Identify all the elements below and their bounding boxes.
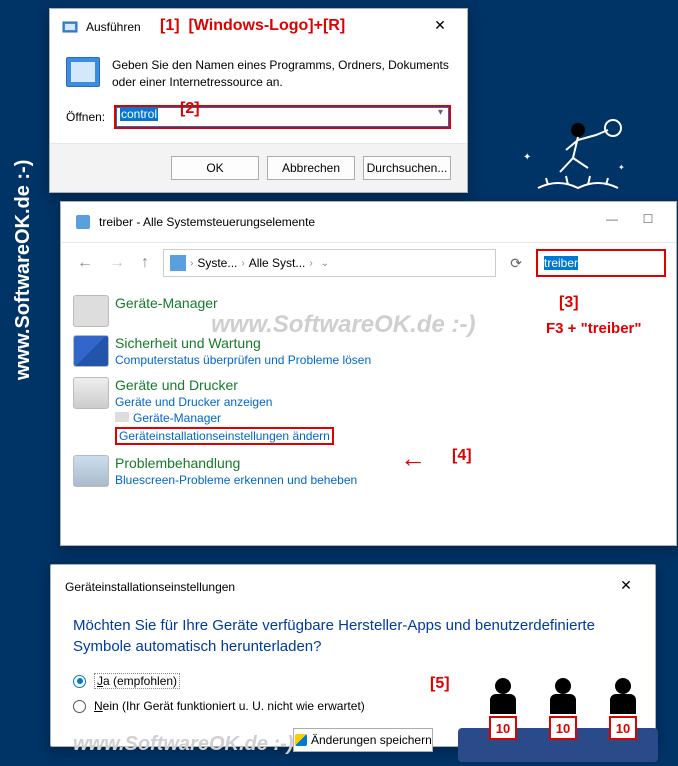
arrow-indicator: ←: [400, 443, 426, 474]
item-sub[interactable]: Bluescreen-Probleme erkennen und beheben: [115, 473, 357, 487]
forward-icon[interactable]: →: [109, 254, 125, 272]
annotation-3: [3]: [559, 294, 579, 312]
addr-seg[interactable]: Syste...: [197, 256, 237, 270]
cpl-title: treiber - Alle Systemsteuerungselemente: [99, 215, 315, 229]
browse-button[interactable]: Durchsuchen...: [363, 156, 451, 180]
close-icon[interactable]: ✕: [425, 17, 455, 37]
settings-title: Geräteinstallationseinstellungen: [65, 580, 235, 594]
minimize-icon[interactable]: —: [594, 212, 630, 232]
run-title: Ausführen: [86, 20, 141, 34]
security-flag-icon: [73, 335, 109, 367]
shield-icon: [295, 734, 307, 746]
vertical-watermark: www.SoftwareOK.de :-): [12, 160, 35, 380]
run-title-icon: [62, 19, 78, 35]
radio-yes[interactable]: [73, 675, 86, 688]
doodle-running-figure: ✦✦: [518, 110, 638, 210]
device-manager-icon: [73, 295, 109, 327]
chevron-down-icon[interactable]: ▾: [438, 107, 443, 118]
search-input[interactable]: treiber: [536, 249, 666, 277]
item-head[interactable]: Geräte und Drucker: [115, 377, 334, 393]
radio-no[interactable]: [73, 700, 86, 713]
chevron-down-icon[interactable]: ⌄: [321, 258, 329, 269]
troubleshoot-icon: [73, 455, 109, 487]
open-label: Öffnen:: [66, 110, 114, 124]
addr-seg[interactable]: Alle Syst...: [249, 256, 306, 270]
refresh-icon[interactable]: ⟳: [504, 255, 528, 272]
svg-text:✦: ✦: [523, 152, 531, 163]
item-head[interactable]: Problembehandlung: [115, 455, 357, 471]
ok-button[interactable]: OK: [171, 156, 259, 180]
open-input[interactable]: control: [114, 105, 451, 129]
address-bar[interactable]: › Syste... › Alle Syst... › ⌄: [163, 249, 496, 277]
item-sub[interactable]: Geräte-Manager: [115, 411, 334, 425]
annotation-1: [1] [Windows-Logo]+[R]: [160, 17, 345, 35]
doodle-judges: 10 10 10: [448, 672, 678, 762]
back-icon[interactable]: ←: [77, 254, 93, 272]
watermark: www.SoftwareOK.de :-): [73, 733, 293, 756]
annotation-4: [4]: [452, 447, 472, 465]
radio-no-label[interactable]: Nein (Ihr Gerät funktioniert u. U. nicht…: [94, 699, 365, 713]
settings-question: Möchten Sie für Ihre Geräte verfügbare H…: [73, 615, 633, 657]
maximize-icon[interactable]: ☐: [630, 212, 666, 232]
run-description: Geben Sie den Namen eines Programms, Ord…: [112, 57, 451, 91]
annotation-5: [5]: [430, 675, 450, 693]
printer-icon: [73, 377, 109, 409]
run-program-icon: [66, 57, 100, 87]
addr-icon: [170, 255, 186, 271]
item-sub[interactable]: Computerstatus überprüfen und Probleme l…: [115, 353, 371, 367]
cancel-button[interactable]: Abbrechen: [267, 156, 355, 180]
annotation-2: [2]: [180, 100, 200, 118]
control-panel-window: treiber - Alle Systemsteuerungselemente …: [60, 201, 677, 546]
annotation-3-sub: F3 + "treiber": [546, 320, 642, 337]
item-head[interactable]: Geräte-Manager: [115, 295, 218, 311]
radio-yes-label[interactable]: Ja (empfohlen): [94, 673, 180, 689]
save-changes-button[interactable]: Änderungen speichern: [293, 728, 433, 752]
close-icon[interactable]: ✕: [611, 577, 641, 597]
svg-text:✦: ✦: [618, 163, 625, 172]
run-dialog: Ausführen ✕ Geben Sie den Namen eines Pr…: [49, 8, 468, 193]
item-head[interactable]: Sicherheit und Wartung: [115, 335, 371, 351]
control-panel-icon: [75, 214, 91, 230]
item-sub[interactable]: Geräte und Drucker anzeigen: [115, 395, 334, 409]
up-icon[interactable]: ↑: [141, 254, 149, 272]
device-install-settings-link[interactable]: Geräteinstallationseinstellungen ändern: [115, 427, 334, 445]
